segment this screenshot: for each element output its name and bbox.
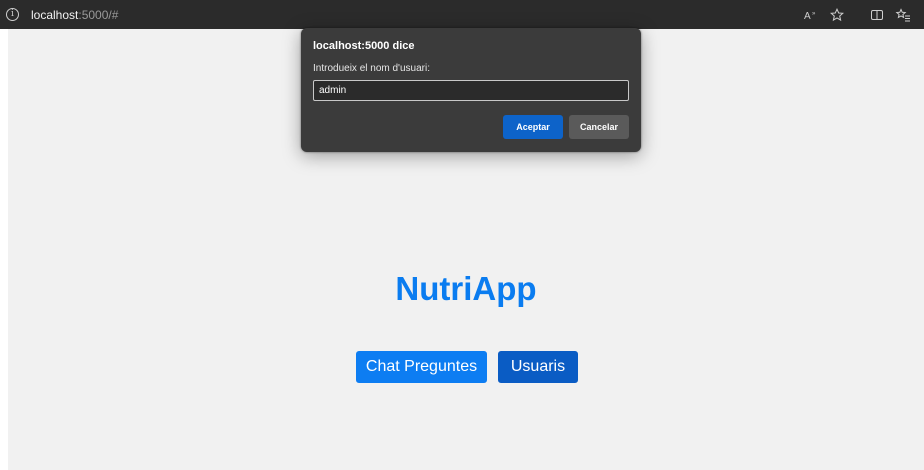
- prompt-dialog: localhost:5000 dice Introdueix el nom d'…: [301, 28, 641, 152]
- address-bar[interactable]: i localhost:5000/#: [4, 4, 324, 25]
- favorites-list-icon[interactable]: [890, 4, 916, 25]
- url-path: :5000/#: [78, 7, 119, 22]
- info-icon[interactable]: i: [6, 8, 19, 21]
- browser-actions: A»: [798, 4, 916, 25]
- svg-text:A: A: [804, 11, 811, 21]
- users-button[interactable]: Usuaris: [498, 351, 578, 383]
- chat-questions-button[interactable]: Chat Preguntes: [356, 351, 487, 383]
- cancel-button[interactable]: Cancelar: [569, 115, 629, 139]
- username-input[interactable]: [313, 80, 629, 101]
- read-aloud-icon[interactable]: A»: [798, 4, 824, 25]
- dialog-title: localhost:5000 dice: [313, 40, 415, 52]
- browser-toolbar: i localhost:5000/# A»: [0, 0, 924, 29]
- dialog-message: Introdueix el nom d'usuari:: [313, 63, 430, 74]
- split-screen-icon[interactable]: [864, 4, 890, 25]
- url-host: localhost: [31, 7, 79, 22]
- accept-button[interactable]: Aceptar: [503, 115, 563, 139]
- favorite-star-icon[interactable]: [824, 4, 850, 25]
- svg-text:»: »: [812, 11, 816, 17]
- page-title: NutriApp: [395, 270, 537, 307]
